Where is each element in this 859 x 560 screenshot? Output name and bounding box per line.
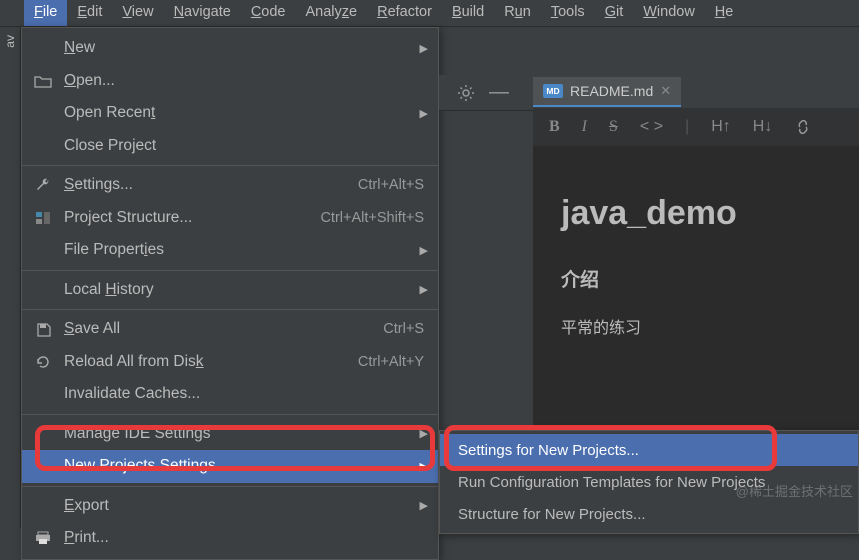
menu-item-new[interactable]: New▶ xyxy=(22,32,438,65)
blank-icon xyxy=(32,281,54,299)
menu-refactor[interactable]: Refactor xyxy=(367,0,442,26)
blank-icon xyxy=(32,104,54,122)
heading-up-button[interactable]: H↑ xyxy=(711,118,731,136)
menu-item-local-history[interactable]: Local History▶ xyxy=(22,274,438,307)
menu-item-file-properties[interactable]: File Properties▶ xyxy=(22,234,438,267)
menu-view[interactable]: View xyxy=(112,0,163,26)
doc-subtitle: 介绍 xyxy=(561,265,831,292)
menu-build[interactable]: Build xyxy=(442,0,494,26)
chevron-right-icon: ▶ xyxy=(420,42,428,55)
blank-icon xyxy=(32,241,54,259)
tool-sidebar[interactable]: av xyxy=(0,27,21,528)
reload-icon xyxy=(32,353,54,371)
folder-icon xyxy=(32,72,54,90)
code-button[interactable]: < > xyxy=(640,118,663,136)
submenu-item-structure-for-new-projects[interactable]: Structure for New Projects... xyxy=(440,498,858,530)
shortcut-label: Ctrl+Alt+S xyxy=(358,177,424,193)
chevron-right-icon: ▶ xyxy=(420,244,428,257)
main-menubar: File Edit View Navigate Code Analyze Ref… xyxy=(0,0,859,27)
menu-item-open[interactable]: Open... xyxy=(22,65,438,98)
editor-tabs: MD README.md ✕ xyxy=(533,75,681,108)
menu-item-settings[interactable]: Settings...Ctrl+Alt+S xyxy=(22,169,438,202)
menu-item-reload-from-disk[interactable]: Reload All from DiskCtrl+Alt+Y xyxy=(22,346,438,379)
print-icon xyxy=(32,529,54,547)
menu-separator xyxy=(22,414,438,415)
submenu-item-settings-for-new-projects[interactable]: Settings for New Projects... xyxy=(440,434,858,466)
markdown-toolbar: B I S < > | H↑ H↓ xyxy=(533,108,859,146)
doc-body: 平常的练习 xyxy=(561,314,831,338)
shortcut-label: Ctrl+S xyxy=(383,321,424,337)
blank-icon xyxy=(32,497,54,515)
menu-window[interactable]: Window xyxy=(633,0,705,26)
chevron-right-icon: ▶ xyxy=(420,427,428,440)
gear-icon[interactable] xyxy=(457,84,475,102)
blank-icon xyxy=(32,39,54,57)
blank-icon xyxy=(32,385,54,403)
menu-item-open-recent[interactable]: Open Recent▶ xyxy=(22,97,438,130)
project-structure-icon xyxy=(32,209,54,227)
menu-file[interactable]: File xyxy=(24,0,67,26)
strike-button[interactable]: S xyxy=(609,118,618,136)
menu-item-close-project[interactable]: Close Project xyxy=(22,130,438,163)
menu-separator xyxy=(22,486,438,487)
menu-separator xyxy=(22,270,438,271)
shortcut-label: Ctrl+Alt+Shift+S xyxy=(320,210,424,226)
bold-button[interactable]: B xyxy=(549,118,560,136)
menu-code[interactable]: Code xyxy=(241,0,296,26)
close-icon[interactable]: ✕ xyxy=(660,83,671,99)
menu-run[interactable]: Run xyxy=(494,0,541,26)
blank-icon xyxy=(32,137,54,155)
tab-readme[interactable]: MD README.md ✕ xyxy=(533,77,681,107)
minimize-icon[interactable]: — xyxy=(489,81,509,104)
menu-separator xyxy=(22,309,438,310)
menu-tools[interactable]: Tools xyxy=(541,0,595,26)
heading-down-button[interactable]: H↓ xyxy=(753,118,773,136)
menu-item-print[interactable]: Print... xyxy=(22,522,438,555)
blank-icon xyxy=(32,457,54,475)
chevron-right-icon: ▶ xyxy=(420,283,428,296)
menu-item-manage-ide-settings[interactable]: Manage IDE Settings▶ xyxy=(22,418,438,451)
watermark-label: @稀土掘金技术社区 xyxy=(736,481,853,500)
menu-help[interactable]: He xyxy=(705,0,744,26)
menu-separator xyxy=(22,165,438,166)
wrench-icon xyxy=(32,176,54,194)
link-icon[interactable] xyxy=(794,118,812,136)
menu-item-save-all[interactable]: Save AllCtrl+S xyxy=(22,313,438,346)
sidebar-label: av xyxy=(3,35,17,48)
menu-item-invalidate-caches[interactable]: Invalidate Caches... xyxy=(22,378,438,411)
menu-item-export[interactable]: Export▶ xyxy=(22,490,438,523)
chevron-right-icon: ▶ xyxy=(420,499,428,512)
menu-edit[interactable]: Edit xyxy=(67,0,112,26)
chevron-right-icon: ▶ xyxy=(420,107,428,120)
shortcut-label: Ctrl+Alt+Y xyxy=(358,354,424,370)
save-icon xyxy=(32,320,54,338)
file-menu-dropdown: New▶ Open... Open Recent▶ Close Project … xyxy=(21,27,439,560)
menu-navigate[interactable]: Navigate xyxy=(164,0,241,26)
italic-button[interactable]: I xyxy=(582,118,587,136)
menu-item-project-structure[interactable]: Project Structure...Ctrl+Alt+Shift+S xyxy=(22,202,438,235)
doc-title: java_demo xyxy=(561,194,831,233)
markdown-icon: MD xyxy=(543,84,563,98)
blank-icon xyxy=(32,425,54,443)
menu-git[interactable]: Git xyxy=(595,0,634,26)
tab-label: README.md xyxy=(570,83,653,99)
menu-analyze[interactable]: Analyze xyxy=(296,0,368,26)
menu-item-new-projects-settings[interactable]: New Projects Settings▶ xyxy=(22,450,438,483)
chevron-right-icon: ▶ xyxy=(420,460,428,473)
